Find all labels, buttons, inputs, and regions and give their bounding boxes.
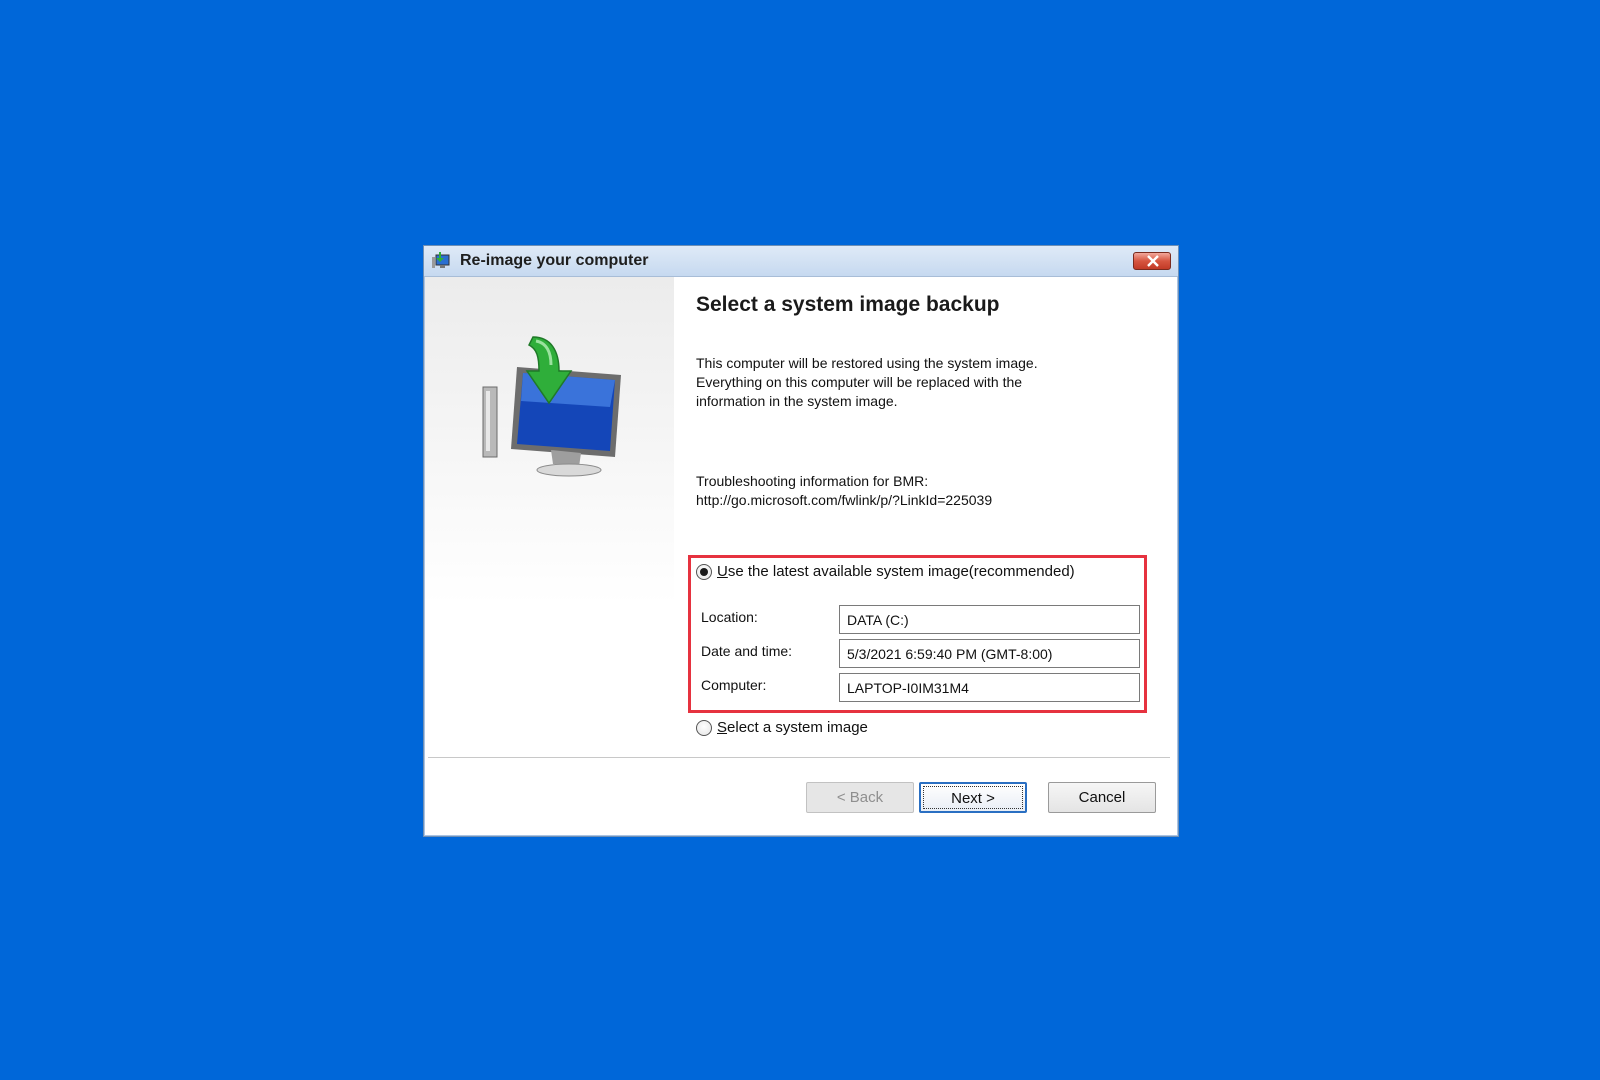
- radio-use-latest-label: Use the latest available system image(re…: [717, 563, 1075, 580]
- window-title: Re-image your computer: [460, 252, 649, 269]
- radio-button-unselected[interactable]: [696, 719, 712, 736]
- radio-select-system-image[interactable]: Select a system image: [696, 719, 868, 736]
- intro-line-2: Everything on this computer will be repl…: [696, 374, 1023, 390]
- intro-line-3: information in the system image.: [696, 393, 898, 409]
- troubleshooting-label: Troubleshooting information for BMR:: [696, 473, 929, 489]
- radio-button-selected[interactable]: [696, 563, 712, 580]
- reimage-dialog: Re-image your computer Select a system i…: [423, 245, 1179, 837]
- close-button[interactable]: [1133, 252, 1171, 270]
- wizard-side-panel: [425, 277, 674, 745]
- radio-select-image-label: Select a system image: [717, 719, 868, 736]
- location-field: DATA (C:): [839, 605, 1140, 634]
- intro-line-1: This computer will be restored using the…: [696, 355, 1038, 371]
- label-text: elect a system image: [727, 719, 868, 736]
- mnemonic-s: S: [717, 719, 728, 736]
- location-label: Location:: [701, 609, 758, 625]
- computer-restore-illustration: [482, 336, 621, 477]
- date-time-label: Date and time:: [701, 643, 793, 659]
- computer-label: Computer:: [701, 677, 767, 693]
- intro-text: This computer will be restored using the…: [696, 354, 1116, 411]
- troubleshooting-link[interactable]: http://go.microsoft.com/fwlink/p/?LinkId…: [696, 491, 1136, 510]
- radio-use-latest-image[interactable]: Use the latest available system image(re…: [696, 563, 1075, 580]
- troubleshooting-info: Troubleshooting information for BMR: htt…: [696, 472, 1136, 510]
- date-time-field: 5/3/2021 6:59:40 PM (GMT-8:00): [839, 639, 1140, 668]
- title-bar[interactable]: Re-image your computer: [424, 246, 1178, 277]
- page-title: Select a system image backup: [696, 293, 1000, 316]
- label-text: se the latest available system image(rec…: [727, 563, 1075, 580]
- mnemonic-u: U: [717, 563, 728, 580]
- backup-restore-icon: [430, 251, 452, 271]
- close-icon: [1147, 255, 1159, 267]
- computer-field: LAPTOP-I0IM31M4: [839, 673, 1140, 702]
